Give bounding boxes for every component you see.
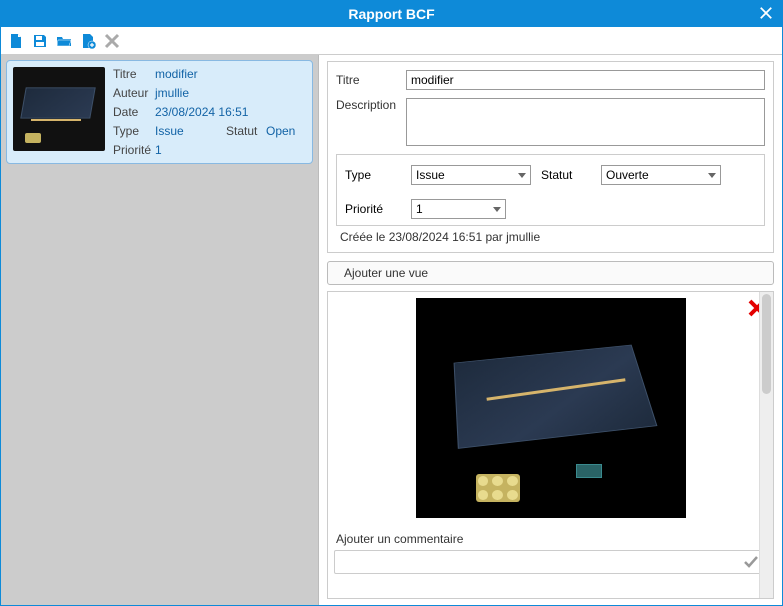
card-status-value: Open	[266, 124, 306, 138]
issue-list-panel: Titre modifier Auteur jmullie Date 23/08…	[1, 55, 319, 605]
card-author-label: Auteur	[113, 86, 155, 100]
close-icon	[759, 6, 773, 20]
card-date-value: 23/08/2024 16:51	[155, 105, 306, 119]
issue-thumbnail	[13, 67, 105, 151]
scroll-thumb[interactable]	[762, 294, 771, 394]
view-panel: Ajouter un commentaire	[327, 291, 774, 599]
delete-button	[103, 32, 121, 50]
toolbar	[1, 27, 782, 55]
card-title-label: Titre	[113, 67, 155, 81]
card-priority-label: Priorité	[113, 143, 155, 157]
type-select[interactable]: Issue	[411, 165, 531, 185]
card-title-value: modifier	[155, 67, 306, 81]
add-view-button[interactable]: Ajouter une vue	[327, 261, 774, 285]
dialog-title: Rapport BCF	[348, 6, 434, 22]
file-icon	[8, 33, 24, 49]
status-select[interactable]: Ouverte	[601, 165, 721, 185]
dialog-window: Rapport BCF Titre modifier Auteur jmulli…	[0, 0, 783, 606]
open-folder-button[interactable]	[55, 32, 73, 50]
card-type-value: Issue	[155, 124, 226, 138]
status-subpanel: Type Issue Statut Ouverte Priorité 1	[336, 154, 765, 226]
save-icon	[32, 33, 48, 49]
folder-open-icon	[56, 33, 72, 49]
confirm-comment-button[interactable]	[742, 553, 760, 571]
type-label: Type	[345, 168, 401, 182]
add-file-button[interactable]	[79, 32, 97, 50]
scrollbar[interactable]	[759, 292, 773, 598]
description-label: Description	[336, 98, 406, 112]
card-priority-value: 1	[155, 143, 306, 157]
view-image[interactable]	[416, 298, 686, 518]
content-area: Titre modifier Auteur jmullie Date 23/08…	[1, 55, 782, 605]
description-input[interactable]	[406, 98, 765, 146]
priority-label: Priorité	[345, 202, 401, 216]
file-plus-icon	[80, 33, 96, 49]
check-icon	[742, 553, 760, 571]
save-button[interactable]	[31, 32, 49, 50]
close-button[interactable]	[756, 3, 776, 23]
created-text: Créée le 23/08/2024 16:51 par jmullie	[336, 230, 765, 244]
new-file-button[interactable]	[7, 32, 25, 50]
card-date-label: Date	[113, 105, 155, 119]
title-input[interactable]	[406, 70, 765, 90]
issue-card-fields: Titre modifier Auteur jmullie Date 23/08…	[113, 67, 306, 157]
card-author-value: jmullie	[155, 86, 306, 100]
titlebar: Rapport BCF	[1, 1, 782, 27]
title-label: Titre	[336, 73, 406, 87]
card-status-label: Statut	[226, 124, 266, 138]
delete-icon	[104, 33, 120, 49]
issue-card[interactable]: Titre modifier Auteur jmullie Date 23/08…	[6, 60, 313, 164]
detail-panel: Titre Description Type Issue Statut Ouve…	[319, 55, 782, 605]
add-comment-label: Ajouter un commentaire	[336, 532, 767, 546]
comment-input-box[interactable]	[334, 550, 767, 574]
form-panel: Titre Description Type Issue Statut Ouve…	[327, 61, 774, 253]
card-type-label: Type	[113, 124, 155, 138]
priority-select[interactable]: 1	[411, 199, 506, 219]
status-label: Statut	[541, 168, 591, 182]
